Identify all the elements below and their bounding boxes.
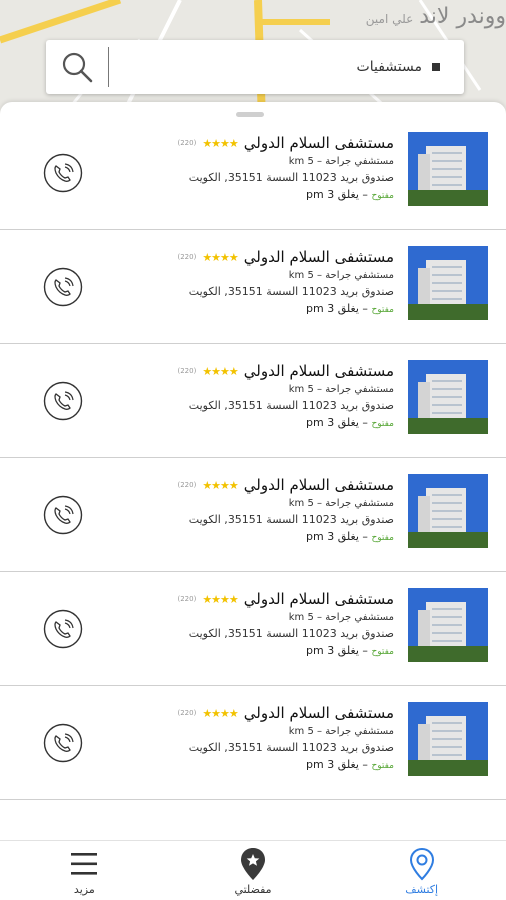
distance: 5 km (288, 726, 314, 737)
hospital-name: مستشفى السلام الدولي (243, 476, 394, 494)
nav-more[interactable]: مزيد (0, 841, 169, 900)
rating-stars: ★★★★ (202, 136, 238, 150)
review-count: (220) (177, 709, 197, 717)
location-pin-icon (409, 847, 434, 881)
list-item-info: مستشفى السلام الدولي ★★★★ (220) مستشفي ج… (144, 362, 394, 429)
nav-discover[interactable]: إكتشف (337, 841, 506, 900)
hospital-thumbnail (408, 588, 488, 662)
closing-time: يغلق 3 pm (306, 188, 359, 201)
call-button[interactable] (43, 609, 83, 649)
map-place-label: ووندر لاندعلي امين (365, 4, 506, 29)
hospital-thumbnail (408, 702, 488, 776)
search-button[interactable] (46, 40, 108, 94)
list-item[interactable]: مستشفى السلام الدولي ★★★★ (220) مستشفي ج… (0, 344, 506, 458)
review-count: (220) (177, 481, 197, 489)
open-status: مفتوح (371, 647, 394, 657)
nav-discover-label: إكتشف (405, 883, 439, 896)
address: صندوق بريد 11023 السسة 35151, الكويت (188, 285, 394, 298)
search-icon (62, 52, 93, 83)
address: صندوق بريد 11023 السسة 35151, الكويت (188, 627, 394, 640)
results-sheet: مستشفى السلام الدولي ★★★★ (220) مستشفي ج… (0, 102, 506, 840)
closing-time: يغلق 3 pm (306, 416, 359, 429)
hospital-category: مستشفي جراحة (325, 270, 394, 281)
open-status: مفتوح (371, 191, 394, 201)
hospital-category: مستشفي جراحة (325, 726, 394, 737)
address: صندوق بريد 11023 السسة 35151, الكويت (188, 513, 394, 526)
search-marker-icon (432, 63, 440, 71)
rating-stars: ★★★★ (202, 364, 238, 378)
call-button[interactable] (43, 381, 83, 421)
call-button[interactable] (43, 267, 83, 307)
address: صندوق بريد 11023 السسة 35151, الكويت (188, 741, 394, 754)
search-bar[interactable]: مستشفيات (46, 40, 464, 94)
hospital-thumbnail (408, 246, 488, 320)
distance: 5 km (288, 156, 314, 167)
address: صندوق بريد 11023 السسة 35151, الكويت (188, 171, 394, 184)
hospital-category: مستشفي جراحة (325, 384, 394, 395)
hospital-thumbnail (408, 474, 488, 548)
open-status: مفتوح (371, 305, 394, 315)
hospital-category: مستشفي جراحة (325, 498, 394, 509)
call-button[interactable] (43, 153, 83, 193)
list-item[interactable]: مستشفى السلام الدولي ★★★★ (220) مستشفي ج… (0, 230, 506, 344)
list-item-info: مستشفى السلام الدولي ★★★★ (220) مستشفي ج… (144, 248, 394, 315)
distance: 5 km (288, 612, 314, 623)
hospital-thumbnail (408, 360, 488, 434)
rating-stars: ★★★★ (202, 478, 238, 492)
hospital-name: مستشفى السلام الدولي (243, 248, 394, 266)
nav-favorites-label: مفضلتي (234, 883, 272, 896)
closing-time: يغلق 3 pm (306, 302, 359, 315)
open-status: مفتوح (371, 533, 394, 543)
hospital-name: مستشفى السلام الدولي (243, 134, 394, 152)
closing-time: يغلق 3 pm (306, 644, 359, 657)
search-input[interactable]: مستشفيات (109, 59, 422, 75)
list-item-info: مستشفى السلام الدولي ★★★★ (220) مستشفي ج… (144, 704, 394, 771)
rating-stars: ★★★★ (202, 706, 238, 720)
hospital-name: مستشفى السلام الدولي (243, 704, 394, 722)
bottom-nav: إكتشف مفضلتي مزيد (0, 840, 506, 900)
closing-time: يغلق 3 pm (306, 530, 359, 543)
distance: 5 km (288, 384, 314, 395)
list-item-info: مستشفى السلام الدولي ★★★★ (220) مستشفي ج… (144, 590, 394, 657)
list-item-info: مستشفى السلام الدولي ★★★★ (220) مستشفي ج… (144, 134, 394, 201)
open-status: مفتوح (371, 419, 394, 429)
hospital-thumbnail (408, 132, 488, 206)
list-item[interactable]: مستشفى السلام الدولي ★★★★ (220) مستشفي ج… (0, 116, 506, 230)
call-button[interactable] (43, 723, 83, 763)
hospital-name: مستشفى السلام الدولي (243, 590, 394, 608)
review-count: (220) (177, 367, 197, 375)
list-item[interactable]: مستشفى السلام الدولي ★★★★ (220) مستشفي ج… (0, 572, 506, 686)
star-pin-icon (241, 848, 265, 880)
rating-stars: ★★★★ (202, 250, 238, 264)
nav-more-label: مزيد (73, 883, 95, 896)
list-item[interactable]: مستشفى السلام الدولي ★★★★ (220) مستشفي ج… (0, 686, 506, 800)
nav-favorites[interactable]: مفضلتي (169, 841, 338, 900)
distance: 5 km (288, 498, 314, 509)
review-count: (220) (177, 139, 197, 147)
address: صندوق بريد 11023 السسة 35151, الكويت (188, 399, 394, 412)
menu-icon (71, 853, 98, 875)
list-item[interactable]: مستشفى السلام الدولي ★★★★ (220) مستشفي ج… (0, 458, 506, 572)
hospital-category: مستشفي جراحة (325, 612, 394, 623)
hospital-category: مستشفي جراحة (325, 156, 394, 167)
results-list: مستشفى السلام الدولي ★★★★ (220) مستشفي ج… (0, 116, 506, 800)
review-count: (220) (177, 595, 197, 603)
open-status: مفتوح (371, 761, 394, 771)
review-count: (220) (177, 253, 197, 261)
hospital-name: مستشفى السلام الدولي (243, 362, 394, 380)
rating-stars: ★★★★ (202, 592, 238, 606)
call-button[interactable] (43, 495, 83, 535)
list-item-info: مستشفى السلام الدولي ★★★★ (220) مستشفي ج… (144, 476, 394, 543)
closing-time: يغلق 3 pm (306, 758, 359, 771)
search-divider (108, 47, 109, 87)
distance: 5 km (288, 270, 314, 281)
